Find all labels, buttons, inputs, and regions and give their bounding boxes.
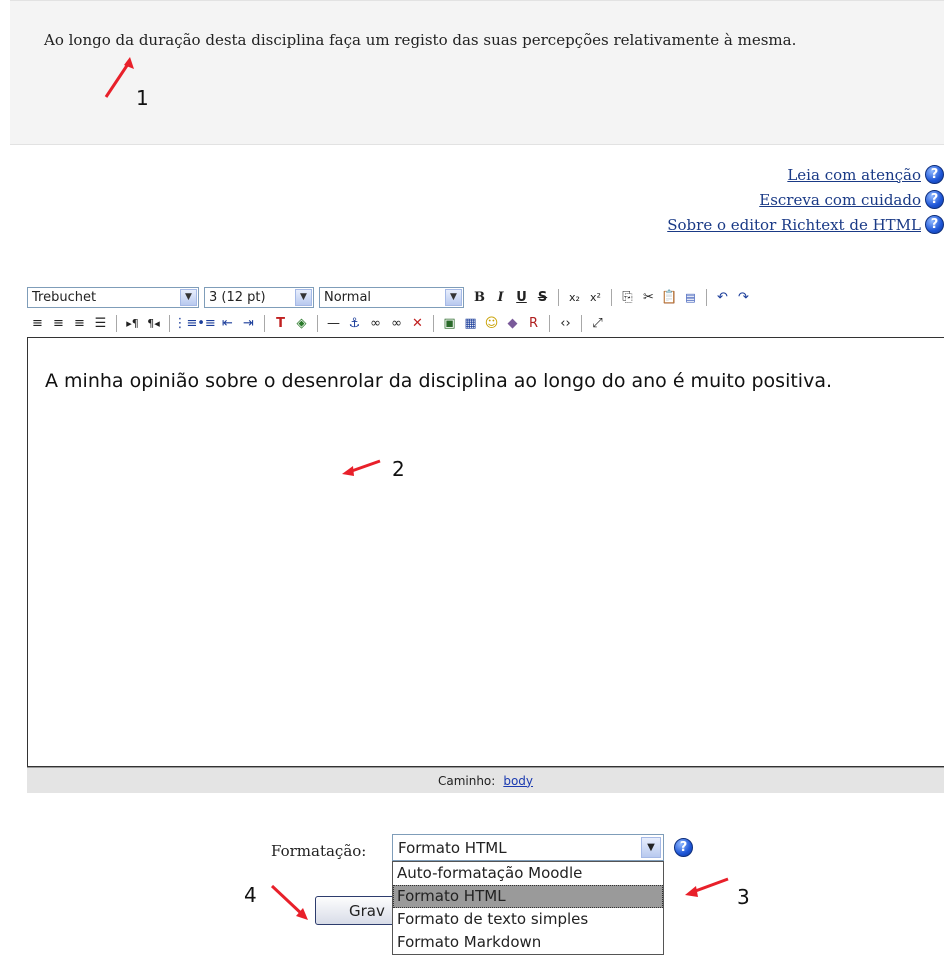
rtl-icon[interactable]: ¶◂ — [143, 313, 164, 334]
copy-icon[interactable]: ⎘ — [617, 287, 638, 308]
fullscreen-icon[interactable]: ⤢ — [587, 313, 608, 334]
help-link-editor[interactable]: Sobre o editor Richtext de HTML ? — [667, 212, 944, 237]
indent-icon[interactable]: ⇥ — [238, 313, 259, 334]
font-size-value: 3 (12 pt) — [209, 289, 266, 305]
smiley-icon[interactable]: ☺ — [481, 313, 502, 334]
strikethrough-icon[interactable]: S — [532, 287, 553, 308]
chevron-down-icon[interactable]: ▼ — [641, 837, 661, 858]
editor-path-bar: Caminho: body — [27, 767, 944, 793]
link-icon[interactable]: ∞ — [365, 313, 386, 334]
toolbar-row-2: ≡ ≡ ≡ ☰ ▸¶ ¶◂ ⋮≡ •≡ ⇤ ⇥ T ◈ — ⚓ ∞ ∞ ✕ ▣ … — [27, 310, 944, 336]
text-color-icon[interactable]: T — [270, 313, 291, 334]
toolbar-divider — [581, 314, 582, 332]
paste-word-icon[interactable]: ▤ — [680, 287, 701, 308]
format-option-highlighted[interactable]: Formato HTML — [393, 885, 663, 908]
html-source-icon[interactable]: ‹› — [555, 313, 576, 334]
toolbar-divider — [611, 288, 612, 306]
cut-icon[interactable]: ✂ — [638, 287, 659, 308]
format-dropdown-list: Auto-formatação Moodle Formato HTML Form… — [392, 861, 664, 955]
undo-icon[interactable]: ↶ — [712, 287, 733, 308]
toolbar-divider — [116, 314, 117, 332]
toolbar-divider — [549, 314, 550, 332]
editor-content[interactable]: A minha opinião sobre o desenrolar da di… — [45, 366, 905, 397]
align-left-icon[interactable]: ≡ — [27, 313, 48, 334]
annotation-number-2: 2 — [392, 457, 405, 481]
toolbar-divider — [433, 314, 434, 332]
annotation-arrow-4 — [270, 884, 308, 920]
anchor-icon[interactable]: ⚓ — [344, 313, 365, 334]
annotation-number-1: 1 — [136, 86, 149, 110]
chevron-down-icon[interactable]: ▼ — [445, 288, 462, 306]
superscript-icon[interactable]: x² — [585, 287, 606, 308]
annotation-arrow-1 — [104, 57, 134, 98]
format-option[interactable]: Formato de texto simples — [393, 908, 663, 931]
format-selected-value: Formato HTML — [398, 838, 507, 857]
image-icon[interactable]: ▣ — [439, 313, 460, 334]
unordered-list-icon[interactable]: •≡ — [196, 313, 217, 334]
font-family-value: Trebuchet — [32, 289, 97, 305]
format-label: Formatação: — [271, 842, 367, 860]
redo-icon[interactable]: ↷ — [733, 287, 754, 308]
subscript-icon[interactable]: x₂ — [564, 287, 585, 308]
font-size-select[interactable]: 3 (12 pt) ▼ — [204, 286, 314, 308]
toolbar-divider — [264, 314, 265, 332]
annotation-number-3: 3 — [737, 885, 750, 909]
help-link-read[interactable]: Leia com atenção ? — [667, 162, 944, 187]
justify-icon[interactable]: ☰ — [90, 313, 111, 334]
path-label: Caminho: — [437, 773, 496, 788]
help-links: Leia com atenção ? Escreva com cuidado ?… — [667, 162, 944, 237]
instructions-text: Ao longo da duração desta disciplina faç… — [44, 31, 797, 49]
help-icon[interactable]: ? — [925, 215, 944, 234]
editor-area[interactable]: A minha opinião sobre o desenrolar da di… — [27, 337, 944, 767]
help-link-write-label[interactable]: Escreva com cuidado — [759, 191, 921, 209]
search-replace-icon[interactable]: R — [523, 313, 544, 334]
format-select[interactable]: Formato HTML ▼ — [392, 834, 664, 861]
special-chars-icon[interactable]: ◆ — [502, 313, 523, 334]
toolbar-divider — [706, 288, 707, 306]
background-color-icon[interactable]: ◈ — [291, 313, 312, 334]
ordered-list-icon[interactable]: ⋮≡ — [174, 313, 198, 334]
align-center-icon[interactable]: ≡ — [48, 313, 69, 334]
horizontal-rule-icon[interactable]: — — [323, 313, 344, 334]
table-icon[interactable]: ▦ — [460, 313, 481, 334]
help-link-editor-label[interactable]: Sobre o editor Richtext de HTML — [667, 216, 921, 234]
font-family-select[interactable]: Trebuchet ▼ — [27, 286, 199, 308]
bold-icon[interactable]: B — [469, 287, 490, 308]
annotation-number-4: 4 — [244, 883, 257, 907]
unlink-icon[interactable]: ✕ — [407, 313, 428, 334]
align-right-icon[interactable]: ≡ — [69, 313, 90, 334]
annotation-arrow-3 — [685, 877, 729, 897]
chevron-down-icon[interactable]: ▼ — [180, 288, 197, 306]
help-link-write[interactable]: Escreva com cuidado ? — [667, 187, 944, 212]
chevron-down-icon[interactable]: ▼ — [295, 288, 312, 306]
editor-toolbar: Trebuchet ▼ 3 (12 pt) ▼ Normal ▼ B I U S… — [27, 284, 944, 337]
format-option[interactable]: Auto-formatação Moodle — [393, 862, 663, 885]
paragraph-style-select[interactable]: Normal ▼ — [319, 286, 464, 308]
toolbar-divider — [558, 288, 559, 306]
paste-icon[interactable]: 📋 — [659, 287, 680, 308]
toolbar-divider — [317, 314, 318, 332]
path-body-link[interactable]: body — [503, 774, 533, 788]
italic-icon[interactable]: I — [490, 287, 511, 308]
underline-icon[interactable]: U — [511, 287, 532, 308]
help-icon[interactable]: ? — [925, 190, 944, 209]
help-icon[interactable]: ? — [925, 165, 944, 184]
outdent-icon[interactable]: ⇤ — [217, 313, 238, 334]
nolink-icon[interactable]: ∞ — [386, 313, 407, 334]
help-icon[interactable]: ? — [674, 838, 693, 857]
help-link-read-label[interactable]: Leia com atenção — [787, 166, 921, 184]
paragraph-style-value: Normal — [324, 289, 372, 305]
format-option[interactable]: Formato Markdown — [393, 931, 663, 954]
annotation-arrow-2 — [342, 459, 381, 476]
ltr-icon[interactable]: ▸¶ — [122, 313, 143, 334]
toolbar-divider — [169, 314, 170, 332]
instructions-panel: Ao longo da duração desta disciplina faç… — [10, 0, 944, 145]
toolbar-row-1: Trebuchet ▼ 3 (12 pt) ▼ Normal ▼ B I U S… — [27, 284, 944, 310]
